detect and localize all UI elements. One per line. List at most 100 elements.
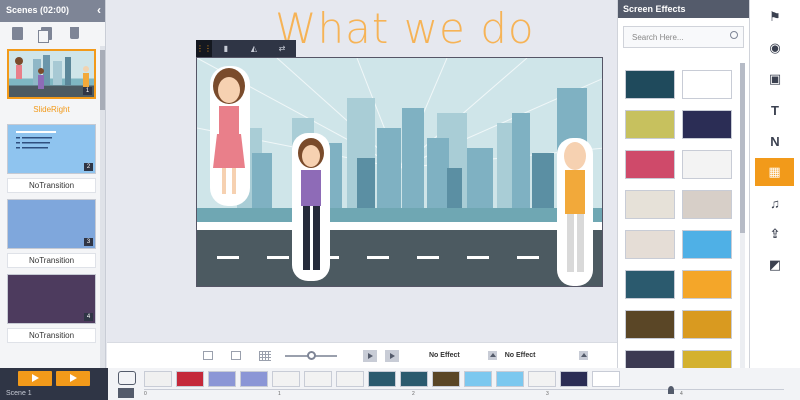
timeline-play-button[interactable] [56, 371, 90, 386]
stage-canvas[interactable] [196, 57, 603, 287]
timeline-item[interactable] [528, 371, 556, 387]
effect-thumbnail[interactable] [625, 310, 675, 339]
screen-effects-panel: Screen Effects Search Here... [617, 0, 749, 379]
timeline-controls: Scene 1 [0, 368, 108, 400]
duplicate-scene-icon[interactable] [38, 26, 52, 43]
music-icon[interactable]: ♫ [750, 189, 800, 217]
play-from-start-button[interactable] [18, 371, 52, 386]
timeline-scene-label: Scene 1 [6, 390, 32, 397]
drag-grip-icon[interactable]: ⋮⋮ [196, 40, 212, 57]
scenes-scrollbar[interactable] [100, 46, 105, 368]
ruler-tick-label: 1 [278, 391, 281, 397]
timeline-item[interactable] [176, 371, 204, 387]
effects-scroll-thumb[interactable] [740, 63, 745, 233]
effect-thumbnail[interactable] [625, 190, 675, 219]
image-icon[interactable]: ▣ [750, 65, 800, 93]
exit-effect-icon[interactable] [579, 351, 589, 360]
scene-thumbnail-1[interactable]: 1 [7, 49, 96, 99]
timeline-item[interactable] [560, 371, 588, 387]
timeline-items [144, 371, 620, 387]
text-icon[interactable]: T [750, 96, 800, 124]
scene-number: 1 [83, 87, 92, 95]
effects-scrollbar[interactable] [740, 63, 745, 368]
effect-thumbnail[interactable] [625, 230, 675, 259]
scenes-toolbar [0, 22, 105, 44]
scene-2-preview [16, 131, 56, 149]
timeline-item[interactable] [144, 371, 172, 387]
timeline-item[interactable] [368, 371, 396, 387]
background-icon[interactable]: ◩ [750, 251, 800, 279]
timeline-item[interactable] [208, 371, 236, 387]
exit-effect-label[interactable]: No Effect [505, 352, 536, 359]
scene-transition-2[interactable]: NoTransition [7, 178, 96, 193]
timeline-item[interactable] [400, 371, 428, 387]
location-pin-icon[interactable]: ◉ [750, 34, 800, 62]
timeline: Scene 1 0 1 2 3 4 [0, 368, 800, 400]
search-placeholder: Search Here... [632, 33, 684, 42]
timeline-item[interactable] [432, 371, 460, 387]
enter-effect-icon[interactable] [487, 351, 497, 360]
character-icon[interactable]: ⚑ [750, 3, 800, 31]
scene-thumbnail-2[interactable]: 2 [7, 124, 96, 174]
scene-transition-3[interactable]: NoTransition [7, 253, 96, 268]
scene-thumbnail-3[interactable]: 3 [7, 199, 96, 249]
upload-icon[interactable]: ⇪ [750, 220, 800, 248]
timeline-item[interactable] [496, 371, 524, 387]
effect-thumbnail[interactable] [625, 270, 675, 299]
timeline-item[interactable] [240, 371, 268, 387]
scene-transition-1[interactable]: SlideRight [7, 103, 96, 118]
timeline-item[interactable] [592, 371, 620, 387]
timeline-track[interactable]: 0 1 2 3 4 [108, 368, 800, 400]
timeline-character-icon[interactable] [118, 371, 136, 385]
flip-icon[interactable]: ◭ [240, 44, 268, 53]
delete-element-icon[interactable]: ▮ [212, 44, 240, 53]
delete-scene-icon[interactable] [70, 27, 79, 39]
timeline-item[interactable] [336, 371, 364, 387]
timeline-ruler: 0 1 2 3 4 [144, 389, 784, 400]
ruler-tick-label: 4 [680, 391, 683, 397]
search-icon[interactable] [730, 31, 738, 39]
timeline-item[interactable] [464, 371, 492, 387]
play-button[interactable] [385, 349, 399, 362]
stage-bottom-bar: No Effect No Effect [107, 342, 617, 368]
effect-thumbnail[interactable] [682, 70, 732, 99]
scene-number: 2 [84, 163, 93, 171]
scene-thumbnail-4[interactable]: 4 [7, 274, 96, 324]
fit-screen-icon[interactable] [203, 351, 213, 360]
city-scene [197, 58, 602, 286]
add-scene-icon[interactable] [12, 26, 23, 40]
grid-toggle-icon[interactable] [259, 350, 271, 361]
effect-thumbnail[interactable] [625, 150, 675, 179]
zoom-slider[interactable] [285, 350, 337, 360]
effect-thumbnail[interactable] [625, 70, 675, 99]
timeline-item[interactable] [272, 371, 300, 387]
preview-scene-button[interactable] [363, 349, 377, 362]
scene-number: 3 [84, 238, 93, 246]
timeline-playhead[interactable] [668, 386, 674, 394]
scene-transition-4[interactable]: NoTransition [7, 328, 96, 343]
scenes-panel: Scenes (02:00) ‹ 1 SlideRight 2 NoTransi… [0, 0, 106, 368]
zoom-slider-knob[interactable] [307, 350, 316, 360]
enter-effect-label[interactable]: No Effect [429, 352, 460, 359]
screen-effects-icon[interactable]: ▦ [755, 158, 794, 186]
effects-title: Screen Effects [618, 0, 749, 18]
timeline-item[interactable] [304, 371, 332, 387]
collapse-panel-icon[interactable]: ‹ [97, 3, 101, 17]
scenes-header: Scenes (02:00) ‹ [0, 0, 105, 22]
expand-icon[interactable] [231, 351, 241, 360]
effect-thumbnail[interactable] [682, 190, 732, 219]
ruler-tick-label: 2 [412, 391, 415, 397]
scenes-scroll-thumb[interactable] [100, 50, 105, 110]
effects-search-input[interactable]: Search Here... [623, 26, 744, 48]
timeline-camera-icon[interactable] [118, 388, 134, 398]
stage-title-text[interactable]: What we do [275, 4, 535, 53]
effect-thumbnail[interactable] [682, 230, 732, 259]
swap-icon[interactable]: ⇄ [268, 44, 296, 53]
effect-thumbnail[interactable] [682, 270, 732, 299]
effect-thumbnail[interactable] [625, 110, 675, 139]
scene-number: 4 [84, 313, 93, 321]
effect-thumbnail[interactable] [682, 150, 732, 179]
effect-thumbnail[interactable] [682, 310, 732, 339]
n-icon[interactable]: N [750, 127, 800, 155]
effect-thumbnail[interactable] [682, 110, 732, 139]
